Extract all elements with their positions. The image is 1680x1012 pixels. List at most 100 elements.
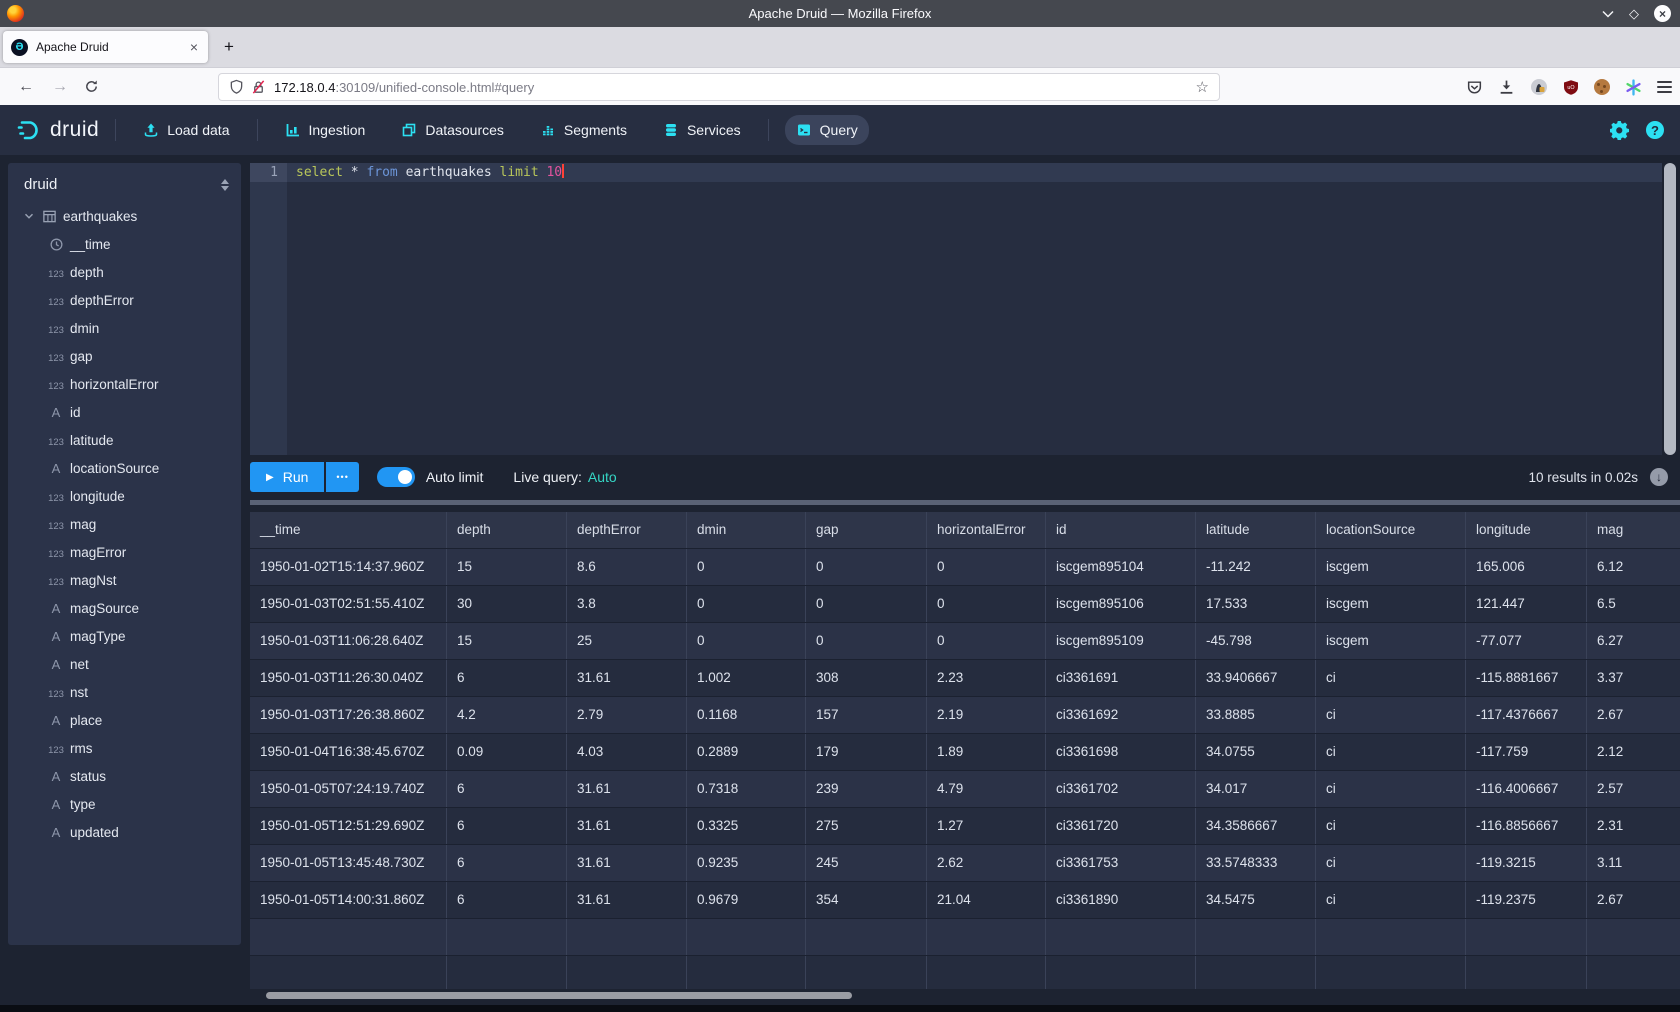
new-tab-button[interactable]: + [224, 37, 234, 57]
window-minimize-icon[interactable] [1602, 10, 1614, 18]
table-cell[interactable]: 31.61 [567, 771, 687, 807]
sidebar-item-column[interactable]: place [8, 706, 241, 734]
table-cell[interactable]: 2.79 [567, 697, 687, 733]
run-button[interactable]: ▶ Run [250, 462, 324, 492]
resize-splitter[interactable] [250, 500, 1680, 505]
table-cell[interactable]: -117.759 [1466, 734, 1587, 770]
table-cell[interactable]: -119.2375 [1466, 882, 1587, 918]
window-maximize-icon[interactable]: ◇ [1629, 7, 1639, 20]
table-cell[interactable]: 34.017 [1196, 771, 1316, 807]
table-cell[interactable]: 25 [567, 623, 687, 659]
table-cell[interactable]: 1950-01-03T11:26:30.040Z [250, 660, 447, 696]
sidebar-item-column[interactable]: gap [8, 342, 241, 370]
table-cell[interactable]: 2.31 [1587, 808, 1680, 844]
table-cell[interactable]: 8.6 [567, 549, 687, 585]
table-cell[interactable]: 4.03 [567, 734, 687, 770]
sidebar-item-column[interactable]: status [8, 762, 241, 790]
nav-services[interactable]: Services [652, 115, 752, 145]
url-text[interactable]: 172.18.0.4:30109/unified-console.html#qu… [274, 80, 1196, 95]
table-cell[interactable]: 33.8885 [1196, 697, 1316, 733]
table-cell[interactable]: 1950-01-05T13:45:48.730Z [250, 845, 447, 881]
sidebar-item-column[interactable]: latitude [8, 426, 241, 454]
column-header[interactable]: latitude [1196, 512, 1316, 548]
table-cell[interactable]: 0 [687, 549, 806, 585]
table-cell[interactable]: 0.09 [447, 734, 567, 770]
table-cell[interactable]: 1950-01-05T14:00:31.860Z [250, 882, 447, 918]
column-header[interactable]: id [1046, 512, 1196, 548]
download-results-icon[interactable]: ↓ [1650, 468, 1668, 486]
table-cell[interactable]: iscgem [1316, 586, 1466, 622]
table-cell[interactable]: 6.27 [1587, 623, 1680, 659]
table-cell[interactable]: -115.8881667 [1466, 660, 1587, 696]
table-cell[interactable]: 3.8 [567, 586, 687, 622]
sidebar-item-column[interactable]: locationSource [8, 454, 241, 482]
table-cell[interactable]: 275 [806, 808, 927, 844]
extension-avatar-icon[interactable] [1530, 78, 1548, 96]
table-cell[interactable]: 4.79 [927, 771, 1046, 807]
sidebar-item-column[interactable]: depthError [8, 286, 241, 314]
url-bar[interactable]: 172.18.0.4:30109/unified-console.html#qu… [218, 73, 1220, 101]
table-cell[interactable]: ci [1316, 882, 1466, 918]
table-cell[interactable]: 15 [447, 549, 567, 585]
sidebar-item-column[interactable]: magSource [8, 594, 241, 622]
sidebar-item-column[interactable]: id [8, 398, 241, 426]
column-header[interactable]: locationSource [1316, 512, 1466, 548]
back-button[interactable]: ← [18, 78, 34, 96]
table-cell[interactable]: 31.61 [567, 845, 687, 881]
table-cell[interactable]: iscgem895104 [1046, 549, 1196, 585]
downloads-icon[interactable] [1498, 79, 1515, 96]
column-header[interactable]: gap [806, 512, 927, 548]
table-cell[interactable]: ci3361720 [1046, 808, 1196, 844]
table-cell[interactable]: 0.3325 [687, 808, 806, 844]
table-cell[interactable]: 34.0755 [1196, 734, 1316, 770]
table-cell[interactable]: 33.5748333 [1196, 845, 1316, 881]
table-cell[interactable]: 15 [447, 623, 567, 659]
table-cell[interactable]: ci [1316, 734, 1466, 770]
table-cell[interactable]: 1.002 [687, 660, 806, 696]
table-cell[interactable]: ci3361692 [1046, 697, 1196, 733]
window-close-icon[interactable]: × [1654, 5, 1671, 22]
editor-scrollbar[interactable] [1664, 163, 1676, 455]
table-cell[interactable]: 0.1168 [687, 697, 806, 733]
column-header[interactable]: longitude [1466, 512, 1587, 548]
table-cell[interactable]: iscgem [1316, 623, 1466, 659]
sidebar-item-column[interactable]: depth [8, 258, 241, 286]
nav-load-data[interactable]: Load data [132, 115, 240, 145]
table-cell[interactable]: ci [1316, 697, 1466, 733]
menu-icon[interactable] [1657, 81, 1672, 93]
bookmark-star-icon[interactable]: ☆ [1196, 78, 1209, 96]
forward-button[interactable]: → [52, 78, 68, 96]
table-cell[interactable]: 2.12 [1587, 734, 1680, 770]
query-editor[interactable]: 1 select * from earthquakes limit 10 [250, 163, 1662, 455]
ublock-shield-icon[interactable]: uO [1563, 79, 1579, 96]
column-header[interactable]: mag [1587, 512, 1680, 548]
table-cell[interactable]: ci [1316, 845, 1466, 881]
sidebar-item-table[interactable]: earthquakes [8, 202, 241, 230]
table-cell[interactable]: 30 [447, 586, 567, 622]
table-cell[interactable]: 0.9679 [687, 882, 806, 918]
table-cell[interactable]: 33.9406667 [1196, 660, 1316, 696]
table-cell[interactable]: 165.006 [1466, 549, 1587, 585]
nav-datasources[interactable]: Datasources [390, 115, 515, 145]
sidebar-item-column[interactable]: longitude [8, 482, 241, 510]
chevron-down-icon[interactable] [22, 209, 36, 223]
editor-code-area[interactable]: select * from earthquakes limit 10 [287, 163, 1662, 455]
table-cell[interactable]: ci [1316, 808, 1466, 844]
sidebar-item-column[interactable]: magNst [8, 566, 241, 594]
table-cell[interactable]: -116.4006667 [1466, 771, 1587, 807]
table-cell[interactable]: 2.62 [927, 845, 1046, 881]
table-cell[interactable]: 1950-01-05T12:51:29.690Z [250, 808, 447, 844]
table-cell[interactable]: 3.37 [1587, 660, 1680, 696]
table-cell[interactable]: 157 [806, 697, 927, 733]
table-cell[interactable]: 2.67 [1587, 882, 1680, 918]
sidebar-item-column[interactable]: net [8, 650, 241, 678]
table-cell[interactable]: 6 [447, 660, 567, 696]
tab-close-icon[interactable]: × [188, 39, 200, 55]
double-caret-icon[interactable] [221, 179, 229, 191]
table-cell[interactable]: 1950-01-03T11:06:28.640Z [250, 623, 447, 659]
table-cell[interactable]: 4.2 [447, 697, 567, 733]
settings-gear-icon[interactable] [1610, 121, 1629, 140]
sidebar-item-column[interactable]: magError [8, 538, 241, 566]
table-cell[interactable]: 1950-01-03T02:51:55.410Z [250, 586, 447, 622]
table-cell[interactable]: 3.11 [1587, 845, 1680, 881]
